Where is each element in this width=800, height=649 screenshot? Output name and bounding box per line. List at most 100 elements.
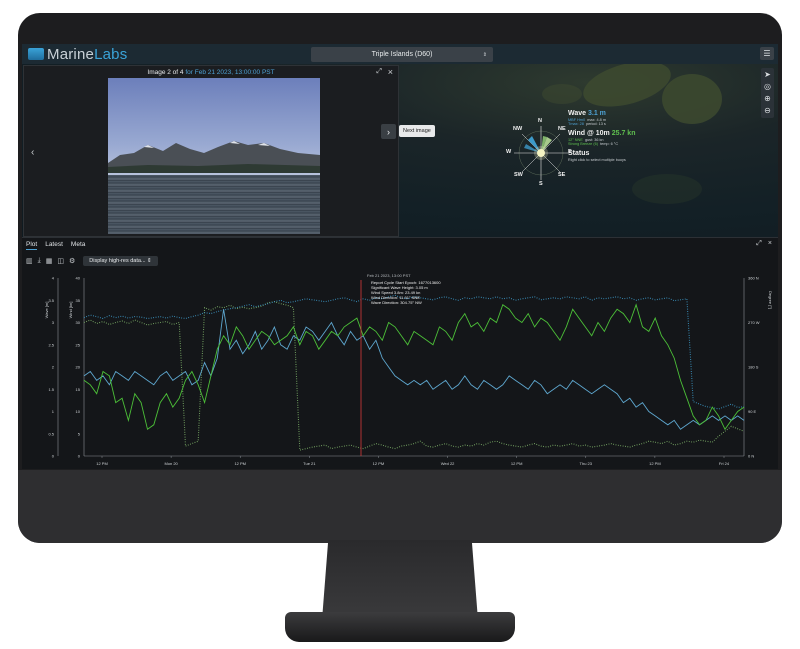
menu-button[interactable]: ☰ [760, 47, 774, 60]
annotation-line: Wave Direction: 304.75° NW [371, 300, 422, 305]
zoom-in-icon[interactable]: ⊕ [764, 94, 771, 104]
x-tick-label: Mon 20 [164, 461, 178, 466]
status-details: Right click to select multiple buoys [568, 158, 626, 162]
tick-label: 4 [52, 276, 55, 281]
image-title: Image 2 of 4 for Feb 21 2023, 13:00:00 P… [147, 69, 275, 76]
station-select[interactable]: Triple Islands (D60) ⇕ [311, 47, 493, 62]
tick-label: 40 [76, 276, 81, 281]
tick-label: 15 [76, 387, 81, 392]
series-wave-direction [83, 294, 745, 410]
axis-label-wave: Wave [m] [44, 302, 49, 319]
monitor-stand [322, 540, 478, 620]
target-icon[interactable]: ◎ [764, 82, 771, 92]
axis-label-wind: Wind [kn] [68, 302, 73, 319]
island [542, 84, 582, 104]
x-tick-label: Wed 22 [441, 461, 455, 466]
x-tick-label: 12 PM [96, 461, 108, 466]
expand-icon[interactable]: ⤢ [756, 240, 762, 248]
wave-details: MBF Hm0 max: 4.8 m Tmax: 28 period: 13 s [568, 118, 606, 126]
tick-label: 10 [76, 409, 81, 414]
close-icon[interactable]: × [768, 240, 772, 248]
download-icon[interactable]: ⤓ [38, 257, 41, 265]
tick-label: 270 W [748, 320, 760, 325]
hamburger-icon: ☰ [763, 49, 771, 58]
time-series-chart: 00.511.522.533.5405101520253035400 N90 E… [44, 273, 773, 466]
annotation-date: Feb 21 2023, 13:00 PST [367, 273, 411, 278]
close-icon[interactable]: × [388, 67, 393, 77]
conditions-panel: Wave 3.1 m MBF Hm0 max: 4.8 m Tmax: 28 pe… [568, 110, 635, 166]
map-toolbar: ➤ ◎ ⊕ ⊖ [761, 68, 774, 118]
plot-toolbar: ▥ ⤓ ▦ ◫ ⚙ Display high-res data... ⇕ [26, 256, 158, 266]
data-resolution-select[interactable]: Display high-res data... ⇕ [83, 256, 158, 266]
compass-sw: SW [514, 172, 523, 178]
island [632, 174, 702, 204]
tick-label: 360 N [748, 276, 759, 281]
expand-icon[interactable]: ⤢ [376, 68, 382, 76]
island [662, 74, 722, 124]
tick-label: 180 S [748, 365, 759, 370]
tick-label: 3.5 [48, 298, 54, 303]
tick-label: 3 [52, 320, 55, 325]
x-tick-label: Thu 23 [580, 461, 593, 466]
x-tick-label: Tue 21 [303, 461, 316, 466]
compass-se: SE [558, 172, 566, 178]
next-image-tooltip: Next image [399, 125, 435, 137]
station-name: Triple Islands (D60) [371, 51, 433, 58]
tick-label: 90 E [748, 409, 757, 414]
screen: MarineLabs Triple Islands (D60) ⇕ ☰ ➤ ◎ … [22, 44, 778, 469]
tick-label: 0 N [748, 454, 754, 459]
zoom-out-icon[interactable]: ⊖ [764, 106, 771, 116]
tick-label: 2.5 [48, 342, 54, 347]
compass-s: S [539, 181, 543, 187]
chevron-right-icon: › [387, 126, 390, 137]
monitor-base [285, 612, 515, 642]
tick-label: 35 [76, 298, 81, 303]
tab-meta[interactable]: Meta [71, 241, 85, 250]
photo-sea [108, 174, 320, 234]
x-tick-label: Fri 24 [719, 461, 730, 466]
tick-label: 0 [78, 454, 81, 459]
next-image-button[interactable]: › [381, 124, 396, 139]
series-wind-direction [83, 301, 745, 451]
plot-panel: Plot Latest Meta ⤢ × ▥ ⤓ ▦ ◫ ⚙ Display h… [22, 237, 778, 469]
chevron-updown-icon: ⇕ [482, 51, 487, 58]
logo-mark [28, 48, 44, 60]
tick-label: 1 [52, 409, 55, 414]
x-tick-label: 12 PM [511, 461, 523, 466]
tick-label: 5 [78, 431, 81, 436]
logo-text: MarineLabs [47, 45, 128, 63]
tab-latest[interactable]: Latest [45, 241, 63, 250]
settings-icon[interactable]: ⚙ [69, 257, 75, 265]
x-tick-label: 12 PM [649, 461, 661, 466]
wind-heading: Wind @ 10m 25.7 kn [568, 130, 636, 137]
monitor-chin [18, 470, 782, 543]
logo: MarineLabs [28, 45, 128, 63]
axis-label-degree: Degree [°] [768, 291, 773, 309]
book-icon[interactable]: ◫ [57, 257, 64, 265]
x-tick-label: 12 PM [234, 461, 246, 466]
tab-plot[interactable]: Plot [26, 241, 38, 250]
panel-tabs: Plot Latest Meta [26, 241, 85, 250]
tick-label: 0.5 [48, 431, 54, 436]
x-tick-label: 12 PM [373, 461, 385, 466]
wind-details: 12° NNE gust: 36 kn Strong Breeze (6) tem… [568, 138, 619, 146]
chart-icon[interactable]: ▥ [26, 257, 33, 265]
tick-label: 20 [76, 365, 81, 370]
tick-label: 2 [52, 365, 55, 370]
tick-label: 30 [76, 320, 81, 325]
locate-icon[interactable]: ➤ [764, 70, 771, 80]
panel-controls: ⤢ × [756, 240, 772, 248]
photo-mountains [108, 141, 320, 173]
compass-nw: NW [513, 126, 523, 132]
series-wave [83, 309, 745, 430]
buoy-camera-photo [108, 78, 320, 234]
tick-label: 25 [76, 342, 81, 347]
compass-n: N [538, 118, 542, 124]
compass-ne: NE [558, 126, 566, 132]
previous-image-icon[interactable]: ‹ [31, 147, 34, 158]
top-bar: MarineLabs Triple Islands (D60) ⇕ ☰ [22, 44, 778, 64]
compass-w: W [506, 149, 512, 155]
table-icon[interactable]: ▦ [46, 257, 53, 265]
image-viewer: Image 2 of 4 for Feb 21 2023, 13:00:00 P… [23, 65, 399, 237]
wave-heading: Wave 3.1 m [568, 110, 606, 117]
